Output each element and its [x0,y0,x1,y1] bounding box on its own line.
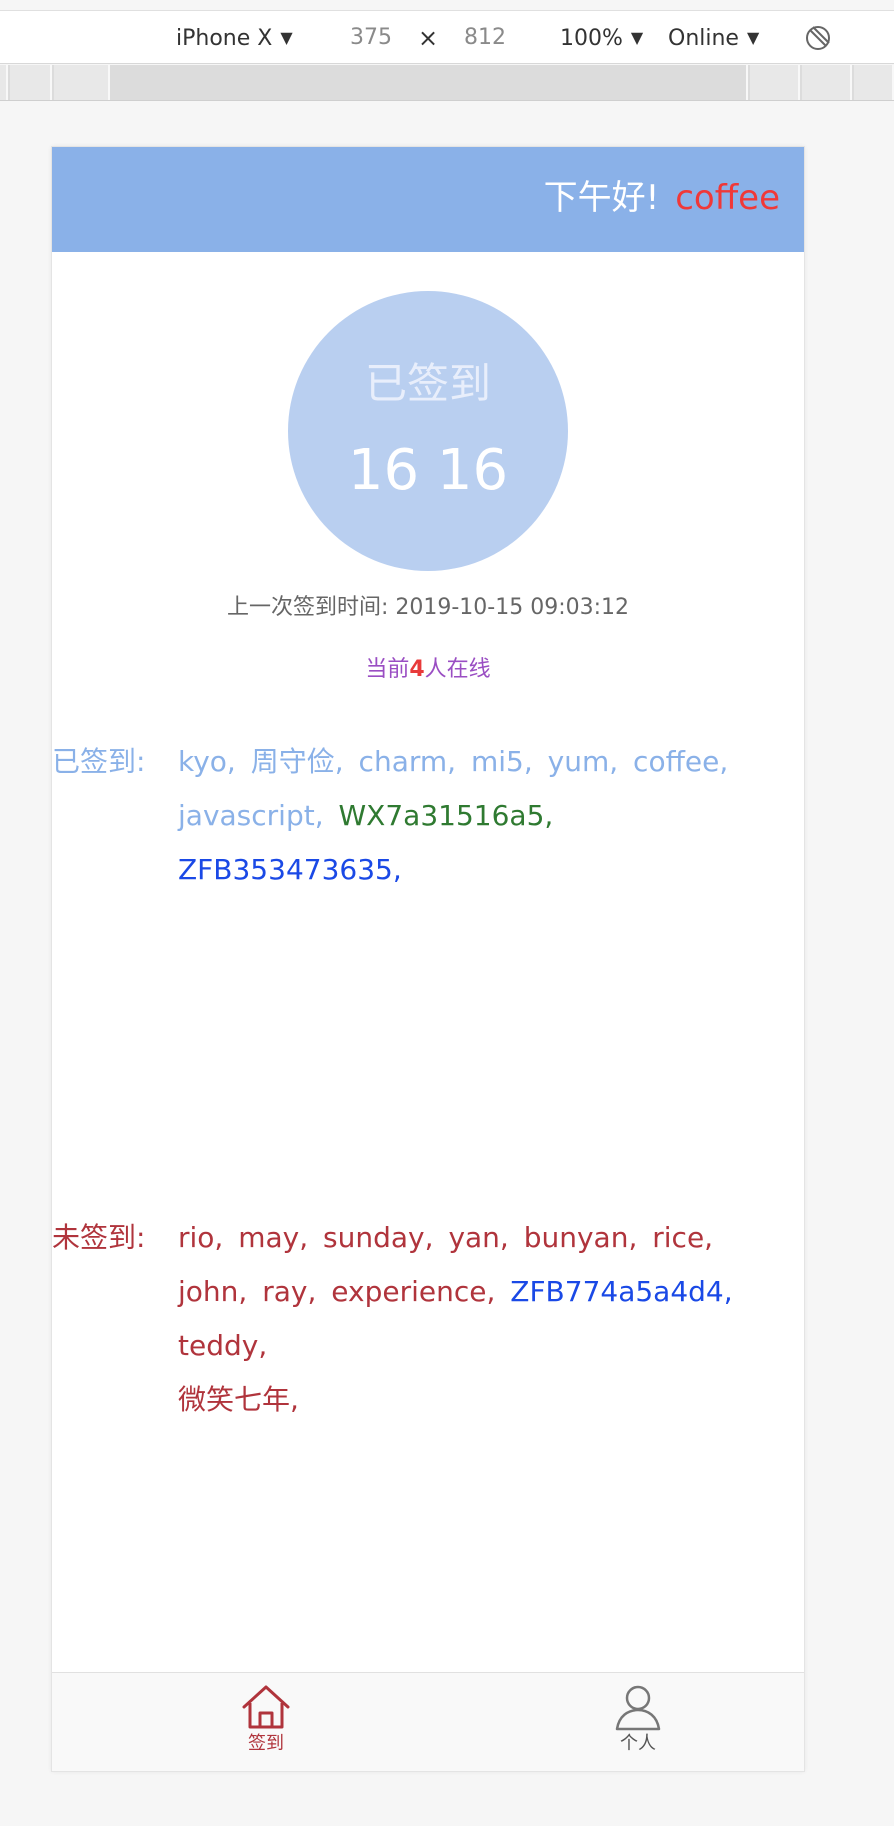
online-number: 4 [409,657,425,682]
unsigned-name: sunday, [323,1221,434,1254]
devtools-device-toolbar: iPhone X ▼ 375 × 812 100% ▼ Online ▼ [0,10,894,64]
device-select[interactable]: iPhone X ▼ [176,25,293,52]
online-prefix: 当前 [365,657,410,682]
unsigned-name: teddy, [178,1329,268,1362]
chevron-down-icon: ▼ [630,28,644,47]
network-value: Online [668,26,739,51]
height-input[interactable]: 812 [464,25,506,51]
unsigned-names: rio, may, sunday, yan, bunyan, rice, joh… [178,1211,790,1427]
last-sign-time: 上一次签到时间: 2019-10-15 09:03:12 [52,593,804,623]
ruler-segment[interactable] [0,65,8,100]
unsigned-name: may, [238,1221,309,1254]
username: coffee [675,178,780,218]
home-icon [242,1685,290,1729]
ruler-segment[interactable] [854,65,894,100]
last-sign-label: 上一次签到时间: [226,595,389,620]
greeting: 下午好! coffee [544,177,780,219]
app-header: 下午好! coffee [52,147,804,252]
signed-name: WX7a31516a5, [338,799,554,832]
tab-label: 签到 [248,1733,284,1754]
tab-sign-in[interactable]: 签到 [206,1673,326,1771]
signed-name: coffee, [633,745,729,778]
unsigned-name: john, [178,1275,248,1308]
unsigned-name: experience, [331,1275,496,1308]
ruler-segment[interactable] [802,65,852,100]
user-icon [615,1685,661,1731]
tab-profile[interactable]: 个人 [578,1673,698,1771]
device-name: iPhone X [176,26,273,51]
unsigned-name: ray, [262,1275,317,1308]
ruler-segment[interactable] [10,65,52,100]
unsigned-name: rice, [652,1221,714,1254]
unsigned-name: 微笑七年, [178,1383,299,1416]
width-input[interactable]: 375 [350,25,392,51]
online-suffix: 人在线 [424,657,491,682]
tab-label: 个人 [620,1733,656,1754]
signed-name: kyo, [178,745,236,778]
signed-label: 已签到: [52,745,146,778]
ruler-segment[interactable] [750,65,800,100]
chevron-down-icon: ▼ [746,28,760,47]
unsigned-name: rio, [178,1221,224,1254]
unsigned-label: 未签到: [52,1221,146,1254]
signed-name: yum, [547,745,619,778]
last-sign-value: 2019-10-15 09:03:12 [395,595,630,620]
network-throttle-select[interactable]: Online ▼ [668,25,759,52]
sign-in-button[interactable]: 已签到 16 16 [288,291,568,571]
bottom-tab-bar: 签到 个人 [52,1672,804,1771]
signed-name: charm, [358,745,457,778]
sign-count: 16 16 [347,438,509,503]
signed-names: kyo, 周守俭, charm, mi5, yum, coffee, javas… [178,735,790,897]
chevron-down-icon: ▼ [280,28,293,47]
dimension-separator: × [418,24,439,52]
unsigned-group: 未签到: rio, may, sunday, yan, bunyan, rice… [52,1211,804,1416]
unsigned-name: yan, [448,1221,509,1254]
zoom-value: 100% [560,26,623,51]
greeting-text: 下午好! [543,178,660,218]
signed-name: 周守俭, [250,745,344,778]
zoom-select[interactable]: 100% ▼ [560,25,643,52]
signed-name: mi5, [470,745,533,778]
online-count: 当前4人在线 [52,655,804,685]
device-viewport: 下午好! coffee 已签到 16 16 上一次签到时间: 2019-10-15… [51,146,805,1772]
ruler-segment[interactable] [54,65,110,100]
signed-name: javascript, [178,799,324,832]
ruler-segment[interactable] [112,65,748,100]
unsigned-name: ZFB774a5a4d4, [510,1275,733,1308]
unsigned-name: bunyan, [523,1221,638,1254]
signed-name: ZFB353473635, [178,853,402,886]
signed-group: 已签到: kyo, 周守俭, charm, mi5, yum, coffee, … [52,735,804,886]
sign-status: 已签到 [364,359,491,408]
media-query-ruler[interactable] [0,65,894,101]
rotate-icon[interactable] [804,24,832,52]
